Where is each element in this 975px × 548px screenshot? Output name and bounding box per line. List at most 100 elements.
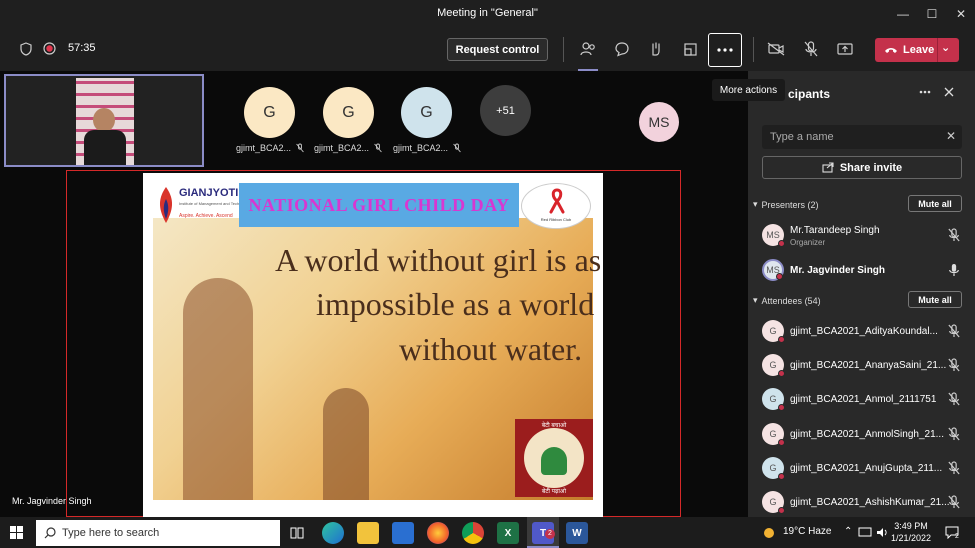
attendees-label: Attendees (54) [761, 295, 821, 306]
presenters-label: Presenters (2) [761, 199, 819, 210]
minimize-icon: — [897, 6, 909, 21]
mic-off-icon [374, 143, 382, 153]
chevron-up-icon[interactable]: ⌃ [844, 526, 852, 537]
participant-row-name: gjimt_BCA2021_AdityaKoundal... [790, 326, 938, 337]
camera-toggle-button[interactable] [765, 38, 787, 60]
share-screen-button[interactable] [834, 38, 856, 60]
windows-taskbar: Type here to search X T 2 W 19°C Haze ⌃ … [0, 517, 975, 548]
presenters-section-header[interactable]: ▾ Presenters (2) [753, 199, 819, 210]
participant-row[interactable]: G gjimt_BCA2021_Anmol_2111751 [762, 385, 972, 413]
edge-icon[interactable] [322, 522, 344, 544]
quote-line-1: A world without girl is as [275, 242, 602, 278]
chevron-down-icon[interactable]: ⌄ [941, 41, 950, 54]
windows-start-icon[interactable] [10, 526, 23, 539]
participant-row[interactable]: G gjimt_BCA2021_AdityaKoundal... [762, 317, 972, 345]
flame-icon [159, 187, 173, 223]
mic-on-icon [949, 264, 959, 276]
taskbar-clock[interactable]: 3:49 PM 1/21/2022 [889, 520, 933, 544]
badge-girl-figure [541, 447, 567, 475]
participants-panel: cipants Type a name ✕ Share invite ▾ Pres… [748, 71, 975, 517]
attendees-section-header[interactable]: ▾ Attendees (54) [753, 295, 821, 306]
clock-time: 3:49 PM [894, 521, 928, 531]
title-bar: Meeting in "General" — ☐ ✕ [0, 0, 975, 27]
weather-text[interactable]: 19°C Haze [783, 526, 831, 537]
firefox-icon[interactable] [427, 522, 449, 544]
search-placeholder: Type a name [770, 131, 834, 143]
store-icon[interactable] [392, 522, 414, 544]
presenter-video-tile[interactable] [4, 74, 204, 167]
meeting-stage: G gjimt_BCA2... G gjimt_BCA2... G gjimt_… [0, 71, 785, 517]
mic-toggle-button[interactable] [800, 38, 822, 60]
teams-taskbar-item[interactable]: T 2 [527, 517, 559, 548]
status-dot [778, 370, 785, 377]
brand-motto: Aspire. Achieve. Ascend [179, 213, 233, 219]
chrome-icon[interactable] [462, 522, 484, 544]
banner-text: NATIONAL GIRL CHILD DAY [248, 194, 510, 215]
mute-all-presenters-button[interactable]: Mute all [908, 195, 962, 212]
close-window-button[interactable]: ✕ [944, 0, 975, 27]
task-view-icon[interactable] [286, 522, 308, 544]
excel-icon[interactable]: X [497, 522, 519, 544]
ellipsis-icon [717, 48, 733, 52]
status-dot [778, 473, 785, 480]
avatar: G [762, 423, 785, 446]
close-panel-icon[interactable] [944, 87, 954, 97]
mute-all-attendees-button[interactable]: Mute all [908, 291, 962, 308]
participant-row[interactable]: G gjimt_BCA2021_AnmolSingh_21... [762, 420, 972, 448]
request-control-button[interactable]: Request control [447, 38, 548, 61]
participant-row-name: gjimt_BCA2021_AnanyaSaini_21... [790, 360, 947, 371]
mic-off-icon [948, 324, 960, 338]
avatar: G [762, 491, 785, 514]
chevron-down-icon: ▾ [753, 199, 758, 209]
participant-avatar[interactable]: G [244, 87, 295, 138]
toolbar-divider [753, 37, 754, 62]
more-actions-button[interactable] [708, 33, 742, 67]
participant-row[interactable]: G gjimt_BCA2021_AshishKumar_21... [762, 488, 972, 516]
participant-row-name: Mr. Jagvinder Singh [790, 265, 886, 276]
participant-avatar[interactable]: G [401, 87, 452, 138]
participant-row[interactable]: G gjimt_BCA2021_AnujGupta_211... [762, 454, 972, 482]
participant-row[interactable]: MS Mr. Jagvinder Singh [762, 256, 972, 284]
status-dot [778, 404, 785, 411]
share-invite-button[interactable]: Share invite [762, 156, 962, 179]
rooms-button[interactable] [679, 38, 701, 60]
volume-icon[interactable] [876, 527, 888, 538]
mic-off-icon [948, 427, 960, 441]
participant-search-input[interactable]: Type a name ✕ [762, 125, 962, 149]
chat-button[interactable] [611, 38, 633, 60]
file-explorer-icon[interactable] [357, 522, 379, 544]
participant-name: gjimt_BCA2... [393, 143, 461, 153]
avatar: MS [762, 259, 784, 281]
status-dot [778, 507, 785, 514]
participant-row[interactable]: G gjimt_BCA2021_AnanyaSaini_21... [762, 351, 972, 379]
overflow-count: +51 [496, 104, 515, 117]
participant-avatar-ms[interactable]: MS [639, 102, 679, 142]
clear-search-icon[interactable]: ✕ [946, 129, 956, 143]
hang-up-icon [885, 48, 897, 53]
presenter-camera-feed [76, 78, 134, 165]
mother-silhouette [183, 278, 253, 500]
taskbar-search-input[interactable]: Type here to search [36, 520, 280, 546]
avatar-initials: G [769, 326, 777, 336]
participants-button[interactable] [577, 38, 599, 60]
more-actions-tooltip: More actions [712, 79, 785, 101]
participant-row-name: gjimt_BCA2021_AnujGupta_211... [790, 463, 943, 474]
avatar-initials: G [769, 497, 777, 507]
leave-button[interactable]: Leave ⌄ [875, 38, 959, 62]
network-icon[interactable] [858, 527, 872, 538]
clock-date: 1/21/2022 [890, 533, 932, 543]
child-silhouette [323, 388, 369, 500]
participant-row-name: Mr.Tarandeep Singh [790, 225, 880, 236]
taskbar-search-placeholder: Type here to search [62, 527, 160, 539]
participant-avatar[interactable]: G [323, 87, 374, 138]
participant-row[interactable]: MS Mr.Tarandeep Singh Organizer [762, 221, 972, 249]
share-tray-icon [837, 43, 853, 55]
more-participants-button[interactable]: +51 [480, 85, 531, 136]
status-dot [778, 439, 785, 446]
avatar: MS [762, 224, 785, 247]
red-ribbon-logo: Red Ribbon Club [521, 183, 591, 229]
panel-more-icon[interactable] [919, 90, 931, 94]
badge-top-text: बेटी बचाओ [541, 423, 567, 429]
reactions-button[interactable] [645, 38, 667, 60]
word-icon[interactable]: W [566, 522, 588, 544]
